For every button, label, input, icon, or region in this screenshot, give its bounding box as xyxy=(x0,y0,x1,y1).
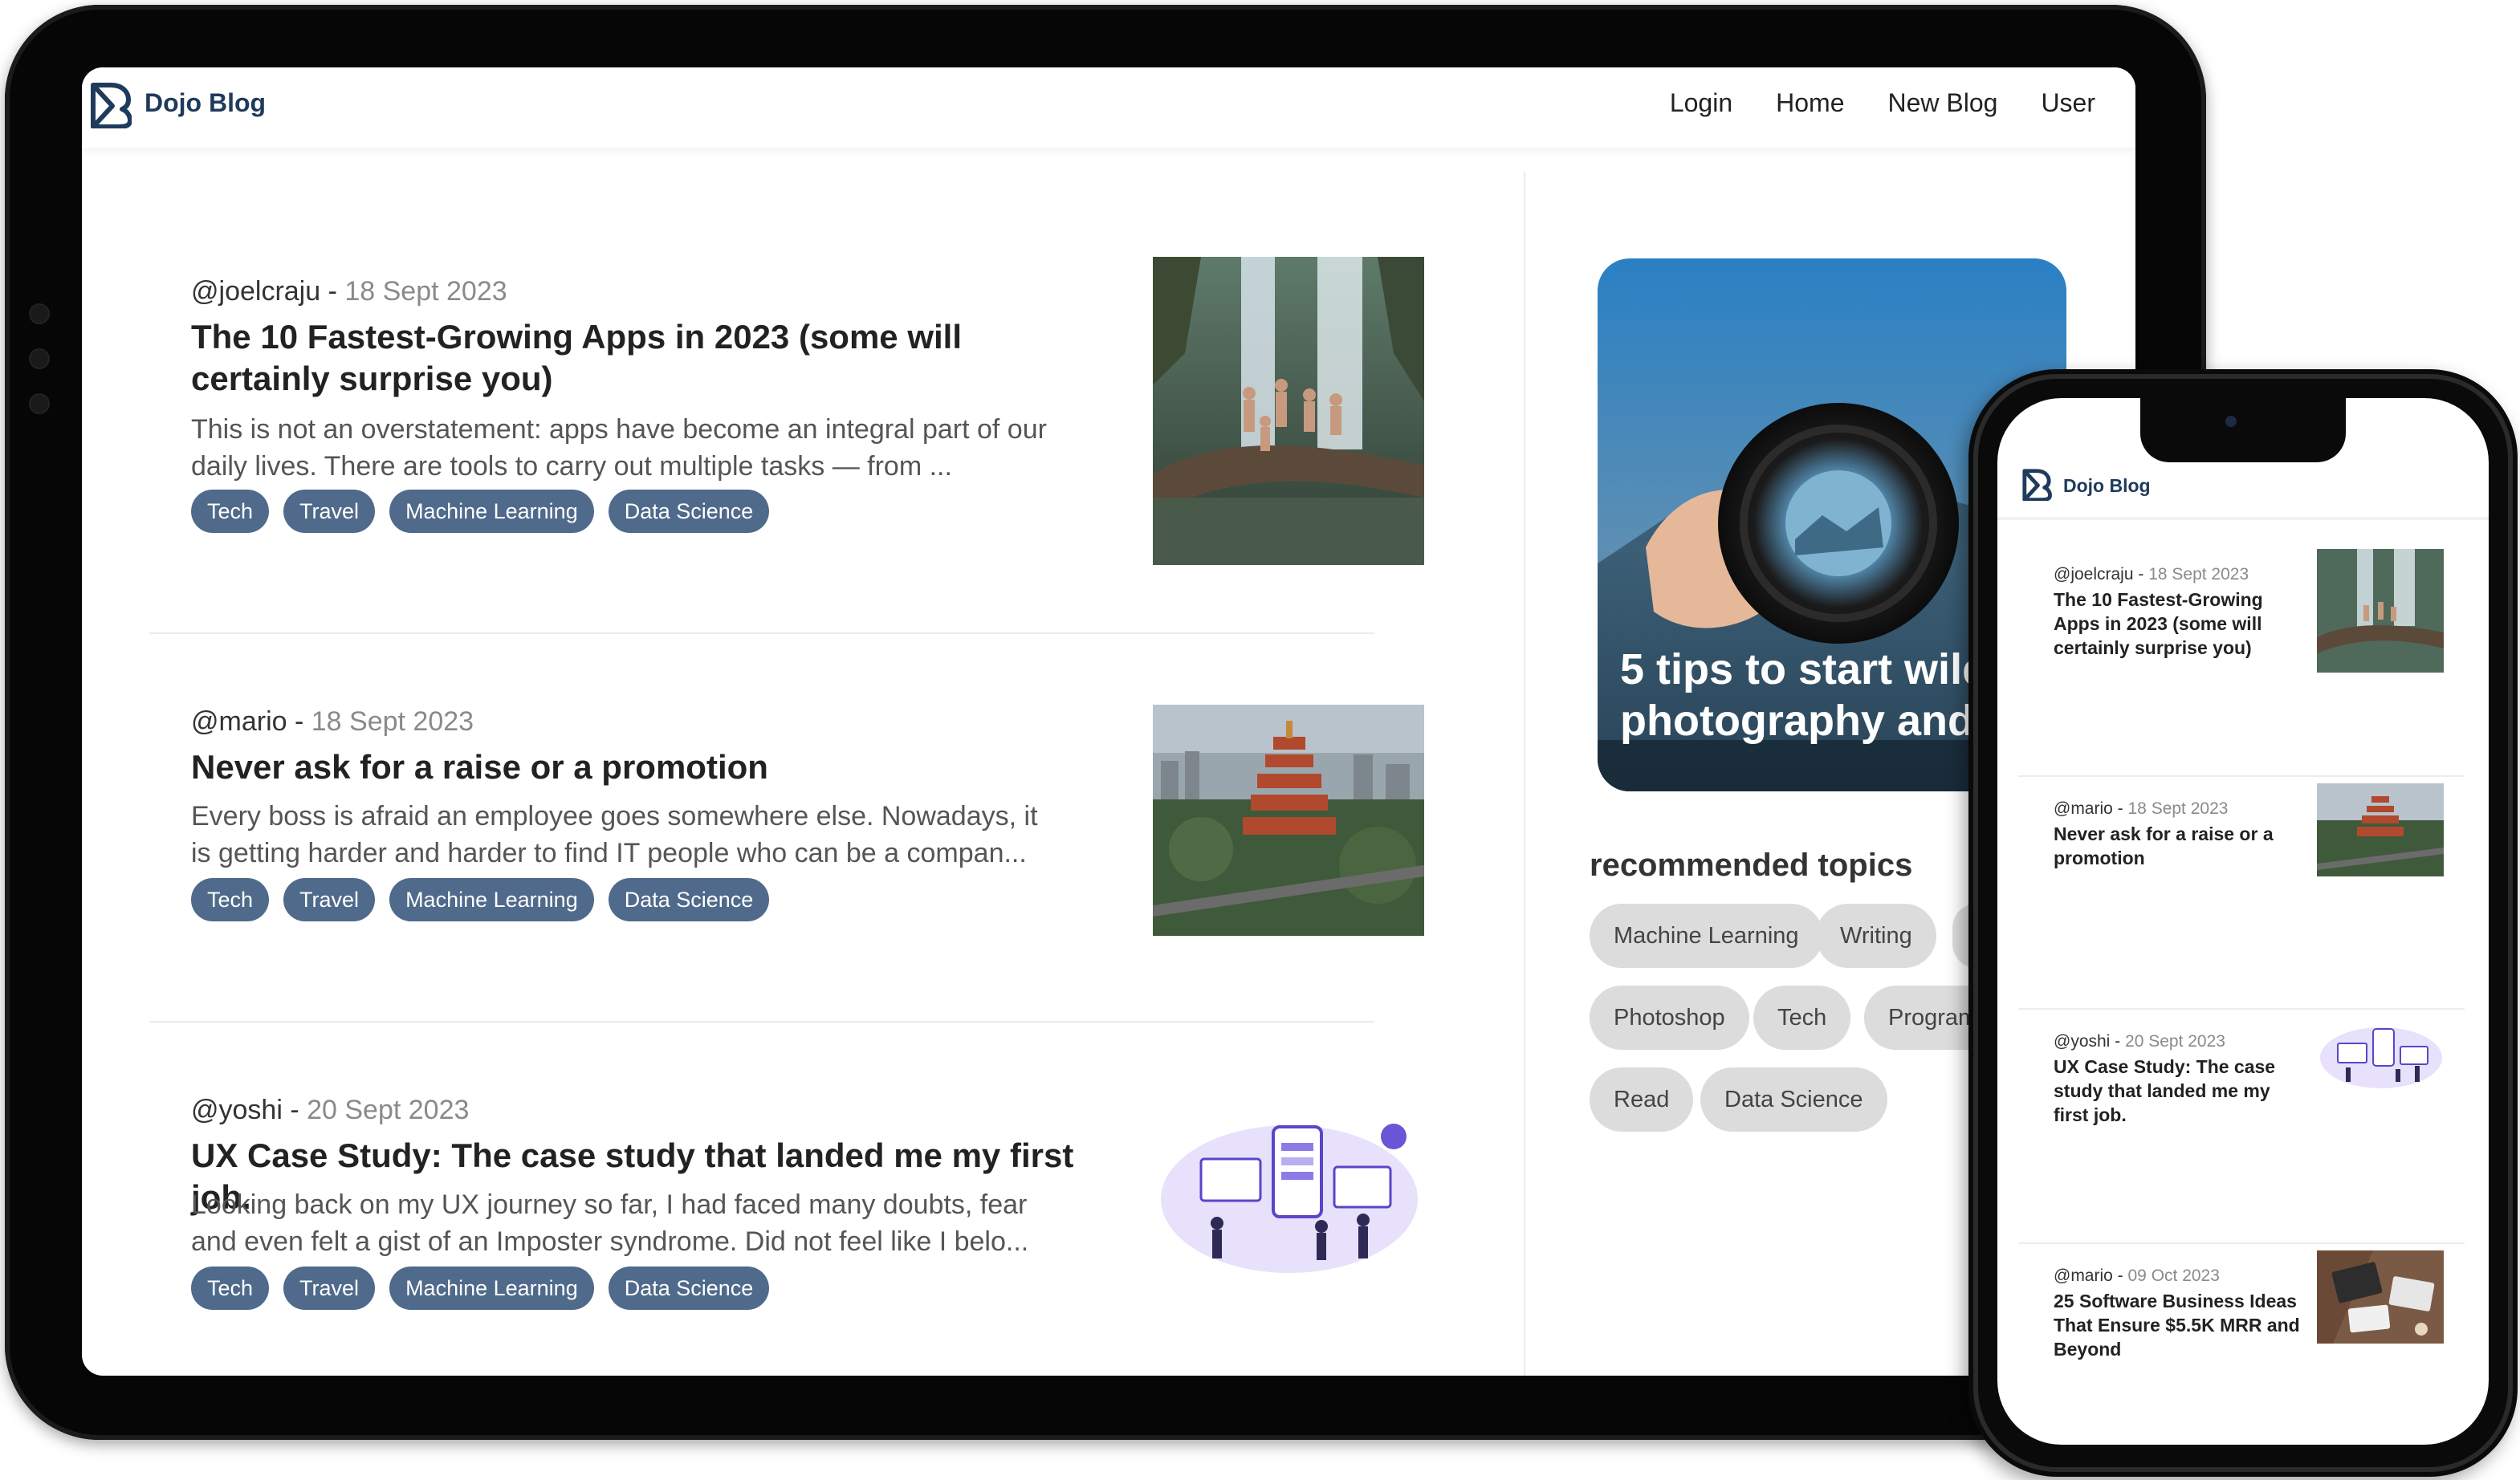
tag-chip[interactable]: Tech xyxy=(191,490,270,533)
post-meta: @joelcraju - 18 Sept 2023 xyxy=(2054,565,2249,583)
nav-home[interactable]: Home xyxy=(1776,88,1844,118)
post-author[interactable]: @yoshi xyxy=(191,1095,283,1125)
post-title[interactable]: The 10 Fastest-Growing Apps in 2023 (som… xyxy=(2054,588,2306,660)
tablet-screen: Dojo Blog Login Home New Blog User @joel… xyxy=(82,67,2135,1376)
post-card[interactable]: @mario - 18 Sept 2023 Never ask for a ra… xyxy=(149,634,1424,1023)
tag-chip[interactable]: Travel xyxy=(283,490,376,533)
post-card[interactable]: @mario - 18 Sept 2023 Never ask for a ra… xyxy=(2018,779,2465,1010)
pagoda-city-photo-thumbnail[interactable] xyxy=(1153,705,1424,936)
post-author[interactable]: @joelcraju xyxy=(191,276,320,307)
post-date: 20 Sept 2023 xyxy=(307,1095,470,1125)
sidebar-divider xyxy=(1524,172,1525,1376)
phone-device: Dojo Blog @joelcraju - 18 Sept 2023 The … xyxy=(1968,369,2518,1477)
post-meta: @yoshi - 20 Sept 2023 xyxy=(191,1095,470,1125)
post-date: 18 Sept 2023 xyxy=(344,276,507,307)
post-author[interactable]: @mario xyxy=(2054,1267,2113,1285)
topic-chip[interactable]: Read xyxy=(1590,1067,1694,1132)
tag-chip[interactable]: Tech xyxy=(191,878,270,921)
post-card[interactable]: @mario - 09 Oct 2023 25 Software Busines… xyxy=(2018,1246,2465,1445)
tag-chip[interactable]: Machine Learning xyxy=(389,878,594,921)
recommended-topics-heading: recommended topics xyxy=(1590,848,1913,883)
nav-login[interactable]: Login xyxy=(1670,88,1732,118)
post-title[interactable]: UX Case Study: The case study that lande… xyxy=(2054,1055,2306,1127)
waterfall-photo-thumbnail[interactable] xyxy=(1153,257,1424,565)
post-date: 20 Sept 2023 xyxy=(2125,1032,2225,1051)
nav-new-blog[interactable]: New Blog xyxy=(1887,88,1997,118)
post-author[interactable]: @mario xyxy=(191,706,287,737)
nav-user[interactable]: User xyxy=(2041,88,2095,118)
post-tags: Tech Travel Machine Learning Data Scienc… xyxy=(191,1267,770,1310)
waterfall-photo-thumbnail[interactable] xyxy=(2317,549,2444,673)
topic-chip[interactable]: Photoshop xyxy=(1590,986,1749,1050)
post-author[interactable]: @mario xyxy=(2054,799,2113,818)
tag-chip[interactable]: Machine Learning xyxy=(389,490,594,533)
brand-name[interactable]: Dojo Blog xyxy=(2063,475,2151,497)
post-excerpt: Looking back on my UX journey so far, I … xyxy=(191,1189,1029,1257)
ux-illustration-thumbnail[interactable] xyxy=(2317,1023,2444,1090)
post-meta: @mario - 18 Sept 2023 xyxy=(2054,799,2229,818)
dojo-logo-icon[interactable] xyxy=(2021,469,2052,501)
topic-chip[interactable]: Data Science xyxy=(1700,1067,1887,1132)
post-feed: @joelcraju - 18 Sept 2023 The 10 Fastest… xyxy=(149,201,1424,1376)
tag-chip[interactable]: Data Science xyxy=(608,878,770,921)
post-meta: @yoshi - 20 Sept 2023 xyxy=(2054,1032,2225,1051)
post-tags: Tech Travel Machine Learning Data Scienc… xyxy=(191,878,770,921)
phone-screen: Dojo Blog @joelcraju - 18 Sept 2023 The … xyxy=(1997,398,2489,1445)
post-meta: @joelcraju - 18 Sept 2023 xyxy=(191,276,507,307)
post-title[interactable]: Never ask for a raise or a promotion xyxy=(2054,822,2306,870)
post-tags: Tech Travel Machine Learning Data Scienc… xyxy=(191,490,770,533)
navbar-shadow xyxy=(1997,517,2489,520)
navbar: Dojo Blog Login Home New Blog User xyxy=(82,67,2135,148)
nav-links: Login Home New Blog User xyxy=(1670,88,2095,118)
post-meta: @mario - 09 Oct 2023 xyxy=(2054,1267,2220,1285)
post-date: 09 Oct 2023 xyxy=(2127,1267,2220,1285)
tag-chip[interactable]: Travel xyxy=(283,878,376,921)
topic-chip[interactable]: Tech xyxy=(1753,986,1851,1050)
ux-illustration-thumbnail[interactable] xyxy=(1153,1111,1424,1279)
front-camera-icon xyxy=(2225,416,2237,427)
pagoda-city-photo-thumbnail[interactable] xyxy=(2317,783,2444,876)
post-card[interactable]: @yoshi - 20 Sept 2023 UX Case Study: The… xyxy=(2018,1011,2465,1244)
tag-chip[interactable]: Data Science xyxy=(608,1267,770,1310)
topic-chip[interactable]: Writing xyxy=(1816,904,1936,968)
post-date: 18 Sept 2023 xyxy=(2127,799,2229,818)
tablet-device: Dojo Blog Login Home New Blog User @joel… xyxy=(5,5,2206,1440)
tag-chip[interactable]: Data Science xyxy=(608,490,770,533)
post-date: 18 Sept 2023 xyxy=(2148,565,2249,583)
post-card[interactable]: @joelcraju - 18 Sept 2023 The 10 Fastest… xyxy=(2018,544,2465,777)
post-author[interactable]: @yoshi xyxy=(2054,1032,2110,1051)
post-date: 18 Sept 2023 xyxy=(311,706,474,737)
post-card[interactable]: @yoshi - 20 Sept 2023 UX Case Study: The… xyxy=(149,1023,1418,1376)
post-title[interactable]: Never ask for a raise or a promotion xyxy=(191,746,1058,788)
phone-notch xyxy=(2140,398,2346,462)
post-excerpt: Every boss is afraid an employee goes so… xyxy=(191,801,1038,868)
post-title[interactable]: The 10 Fastest-Growing Apps in 2023 (som… xyxy=(191,316,1058,400)
post-meta: @mario - 18 Sept 2023 xyxy=(191,706,474,737)
dojo-logo-icon[interactable] xyxy=(90,82,132,128)
post-card[interactable]: @joelcraju - 18 Sept 2023 The 10 Fastest… xyxy=(149,201,1424,634)
brand-name[interactable]: Dojo Blog xyxy=(145,88,266,118)
tag-chip[interactable]: Tech xyxy=(191,1267,270,1310)
tag-chip[interactable]: Machine Learning xyxy=(389,1267,594,1310)
post-title[interactable]: 25 Software Business Ideas That Ensure $… xyxy=(2054,1289,2306,1361)
tablet-camera-dot xyxy=(29,303,50,324)
tablet-sensor-dot xyxy=(29,393,50,414)
topic-chip[interactable]: Machine Learning xyxy=(1590,904,1823,968)
desk-laptops-photo-thumbnail[interactable] xyxy=(2317,1250,2444,1344)
tag-chip[interactable]: Travel xyxy=(283,1267,376,1310)
post-author[interactable]: @joelcraju xyxy=(2054,565,2134,583)
tablet-sensor-dot xyxy=(29,348,50,369)
post-excerpt: This is not an overstatement: apps have … xyxy=(191,414,1047,482)
